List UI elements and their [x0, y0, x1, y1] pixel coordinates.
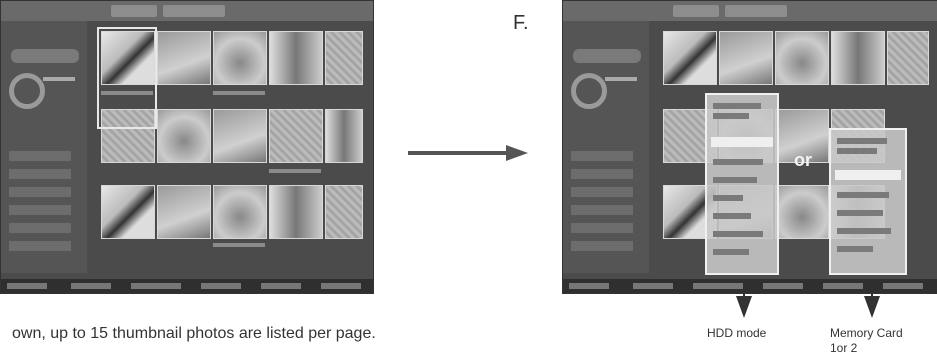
menu-item[interactable]: [713, 195, 743, 201]
caption-text: own, up to 15 thumbnail photos are liste…: [12, 325, 376, 342]
hdd-mode-label: HDD mode: [707, 326, 767, 340]
top-tab: [673, 5, 719, 17]
menu-item[interactable]: [837, 228, 891, 234]
right-arrow-icon: [408, 145, 528, 161]
figure-letter: F.: [513, 12, 529, 34]
disc-icon: [571, 73, 607, 109]
thumbnail-photo[interactable]: [663, 31, 717, 85]
menu-item[interactable]: [837, 210, 883, 216]
thumbnail-photo[interactable]: [775, 31, 829, 85]
thumbnail-photo[interactable]: [887, 31, 929, 85]
menu-item[interactable]: [713, 159, 763, 165]
status-item: [883, 283, 923, 289]
menu-item[interactable]: [713, 177, 757, 183]
sidebar-item: [571, 223, 633, 233]
status-item: [823, 283, 863, 289]
menu-item[interactable]: [837, 246, 873, 252]
menu-item[interactable]: [837, 148, 877, 154]
memory-card-number-label: 1or 2: [830, 341, 858, 355]
status-item: [633, 283, 673, 289]
status-item: [569, 283, 609, 289]
menu-item[interactable]: [713, 213, 751, 219]
sidebar-item: [571, 241, 633, 251]
or-label: or: [794, 150, 812, 170]
menu-item-highlighted[interactable]: [835, 170, 901, 180]
sidebar-item: [571, 187, 633, 197]
menu-item[interactable]: [837, 192, 889, 198]
menu-item[interactable]: [837, 138, 887, 144]
thumbnail-photo[interactable]: [831, 31, 885, 85]
sidebar-item: [571, 169, 633, 179]
menu-item[interactable]: [713, 103, 761, 109]
sidebar-item: [571, 151, 633, 161]
menu-item[interactable]: [713, 113, 749, 119]
hdd-popup-menu[interactable]: [705, 93, 779, 275]
status-bar: [563, 279, 937, 293]
top-tab: [725, 5, 787, 17]
menu-item[interactable]: [713, 249, 749, 255]
memory-card-popup-menu[interactable]: [829, 128, 907, 275]
sidebar: [563, 21, 649, 273]
status-item: [693, 283, 743, 289]
screen-title-bar: [573, 49, 641, 63]
sidebar-item: [571, 205, 633, 215]
thumbnail-photo[interactable]: [775, 185, 829, 239]
menu-item-highlighted[interactable]: [711, 137, 773, 147]
top-menu-bar: [563, 1, 937, 21]
photo-list-screen-right: [562, 0, 937, 294]
disc-info: [605, 77, 637, 81]
status-item: [763, 283, 803, 289]
menu-item[interactable]: [713, 231, 763, 237]
thumbnail-photo[interactable]: [719, 31, 773, 85]
memory-card-label: Memory Card: [830, 326, 903, 340]
